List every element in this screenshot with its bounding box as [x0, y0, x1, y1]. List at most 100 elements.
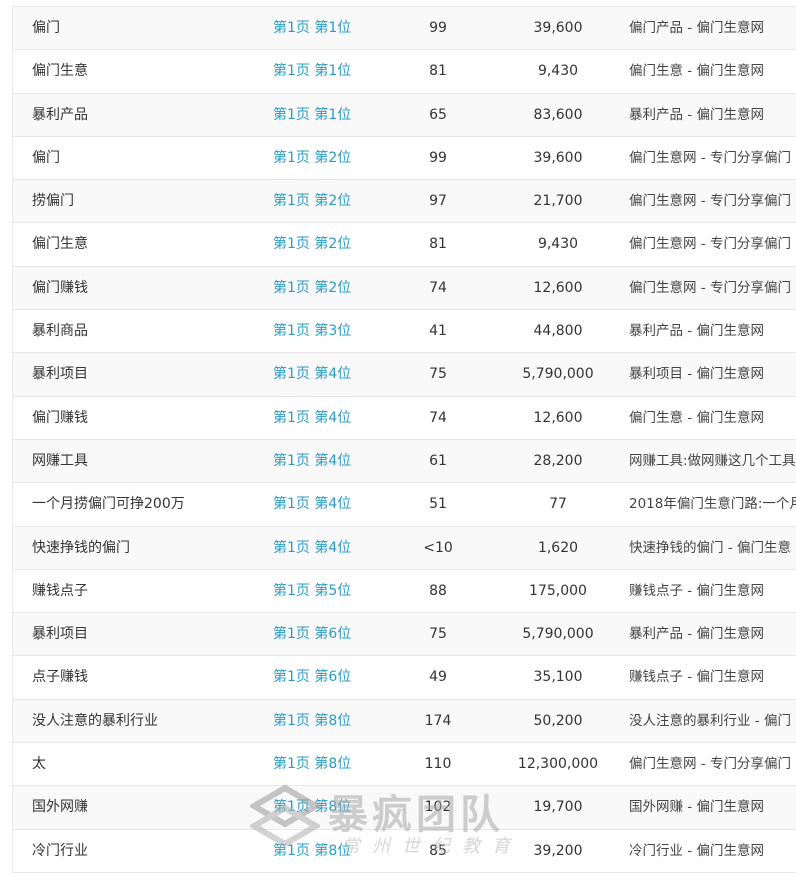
search-volume-cell: 9,430 — [537, 236, 579, 253]
page-title-cell: 暴利产品 - 偏门生意网 — [629, 106, 764, 123]
page-title-cell: 2018年偏门生意门路:一个月 — [629, 496, 796, 513]
keyword-cell: 国外网赚 — [32, 799, 88, 816]
keyword-cell: 暴利产品 — [32, 106, 88, 123]
page-title-cell: 偏门生意 - 偏门生意网 — [629, 409, 764, 426]
rank-link[interactable]: 第1页 第5位 — [273, 570, 351, 613]
page-title-cell: 赚钱点子 - 偏门生意网 — [629, 669, 764, 686]
search-volume-cell: 35,100 — [533, 669, 583, 686]
rank-link[interactable]: 第1页 第3位 — [273, 310, 351, 353]
table-row: 暴利项目 第1页 第4位 75 5,790,000 暴利项目 - 偏门生意网 — [13, 353, 796, 397]
table-row: 偏门生意 第1页 第1位 81 9,430 偏门生意 - 偏门生意网 — [13, 50, 796, 94]
search-volume-cell: 12,300,000 — [517, 756, 599, 773]
rank-link[interactable]: 第1页 第2位 — [273, 180, 351, 223]
search-volume-cell: 28,200 — [533, 452, 583, 469]
rank-link[interactable]: 第1页 第4位 — [273, 440, 351, 483]
search-volume-cell: 175,000 — [529, 582, 587, 599]
search-index-cell: 74 — [429, 279, 447, 296]
table-row: 偏门 第1页 第2位 99 39,600 偏门生意网 - 专门分享偏门 — [13, 137, 796, 181]
search-volume-cell: 83,600 — [533, 106, 583, 123]
keyword-cell: 偏门生意 — [32, 236, 88, 253]
table-row: 冷门行业 第1页 第8位 85 39,200 冷门行业 - 偏门生意网 — [13, 830, 796, 873]
table-row: 暴利商品 第1页 第3位 41 44,800 暴利产品 - 偏门生意网 — [13, 310, 796, 354]
page-title-cell: 没人注意的暴利行业 - 偏门 — [629, 712, 791, 729]
table-row: 点子赚钱 第1页 第6位 49 35,100 赚钱点子 - 偏门生意网 — [13, 656, 796, 700]
rank-link[interactable]: 第1页 第1位 — [273, 50, 351, 93]
table-row: 快速挣钱的偏门 第1页 第4位 <10 1,620 快速挣钱的偏门 - 偏门生意 — [13, 526, 796, 570]
page-title-cell: 国外网赚 - 偏门生意网 — [629, 799, 764, 816]
keyword-cell: 捞偏门 — [32, 193, 74, 210]
search-volume-cell: 1,620 — [537, 539, 579, 556]
search-volume-cell: 39,200 — [533, 842, 583, 859]
rank-link[interactable]: 第1页 第8位 — [273, 786, 351, 829]
table-row: 偏门赚钱 第1页 第4位 74 12,600 偏门生意 - 偏门生意网 — [13, 397, 796, 440]
rank-link[interactable]: 第1页 第4位 — [273, 397, 351, 440]
page-title-cell: 网赚工具:做网赚这几个工具 — [629, 452, 796, 469]
keyword-ranking-table: 偏门 第1页 第1位 99 39,600 偏门产品 - 偏门生意网 偏门生意 第1页 第1位… — [12, 6, 796, 873]
search-index-cell: 65 — [429, 106, 447, 123]
page-title-cell: 偏门生意 - 偏门生意网 — [629, 63, 764, 80]
search-volume-cell: 77 — [549, 496, 567, 513]
search-index-cell: 81 — [429, 63, 447, 80]
table-row: 偏门赚钱 第1页 第2位 74 12,600 偏门生意网 - 专门分享偏门 — [13, 266, 796, 311]
search-index-cell: 51 — [429, 496, 447, 513]
rank-link[interactable]: 第1页 第8位 — [273, 743, 351, 786]
rank-link[interactable]: 第1页 第4位 — [273, 527, 351, 570]
search-index-cell: 41 — [429, 323, 447, 340]
search-volume-cell: 9,430 — [537, 63, 579, 80]
search-index-cell: 85 — [429, 842, 447, 859]
search-index-cell: 61 — [429, 452, 447, 469]
search-index-cell: 99 — [429, 149, 447, 166]
rank-link[interactable]: 第1页 第2位 — [273, 223, 351, 266]
keyword-cell: 点子赚钱 — [32, 669, 88, 686]
page-title-cell: 暴利产品 - 偏门生意网 — [629, 626, 764, 643]
search-index-cell: 88 — [429, 582, 447, 599]
keyword-cell: 偏门 — [32, 20, 60, 36]
search-index-cell: 97 — [429, 193, 447, 210]
rank-link[interactable]: 第1页 第4位 — [273, 483, 351, 526]
page-title-cell: 暴利产品 - 偏门生意网 — [629, 323, 764, 340]
search-volume-cell: 12,600 — [533, 279, 583, 296]
table-row: 一个月捞偏门可挣200万 第1页 第4位 51 77 2018年偏门生意门路:一个月 — [13, 483, 796, 527]
search-volume-cell: 50,200 — [533, 712, 583, 729]
search-index-cell: 81 — [429, 236, 447, 253]
rank-link[interactable]: 第1页 第2位 — [273, 267, 351, 310]
search-volume-cell: 5,790,000 — [522, 626, 594, 643]
keyword-cell: 暴利项目 — [32, 626, 88, 643]
search-volume-cell: 39,600 — [533, 149, 583, 166]
table-row: 捞偏门 第1页 第2位 97 21,700 偏门生意网 - 专门分享偏门 — [13, 180, 796, 224]
keyword-cell: 网赚工具 — [32, 452, 88, 469]
rank-link[interactable]: 第1页 第1位 — [273, 7, 351, 50]
table-row: 网赚工具 第1页 第4位 61 28,200 网赚工具:做网赚这几个工具 — [13, 439, 796, 484]
rank-link[interactable]: 第1页 第8位 — [273, 700, 351, 743]
rank-link[interactable]: 第1页 第2位 — [273, 137, 351, 180]
page-title-cell: 快速挣钱的偏门 - 偏门生意 — [629, 539, 791, 556]
search-index-cell: 102 — [424, 799, 452, 816]
search-volume-cell: 5,790,000 — [522, 366, 594, 383]
rank-link[interactable]: 第1页 第6位 — [273, 613, 351, 656]
page-title-cell: 冷门行业 - 偏门生意网 — [629, 842, 764, 859]
page-title-cell: 暴利项目 - 偏门生意网 — [629, 366, 764, 383]
table-row: 暴利产品 第1页 第1位 65 83,600 暴利产品 - 偏门生意网 — [13, 93, 796, 137]
page-title-cell: 偏门生意网 - 专门分享偏门 — [629, 236, 791, 253]
search-volume-cell: 19,700 — [533, 799, 583, 816]
rank-link[interactable]: 第1页 第8位 — [273, 830, 351, 873]
rank-link[interactable]: 第1页 第6位 — [273, 656, 351, 699]
search-index-cell: <10 — [423, 539, 453, 556]
search-volume-cell: 21,700 — [533, 193, 583, 210]
rank-link[interactable]: 第1页 第1位 — [273, 94, 351, 137]
search-index-cell: 99 — [429, 20, 447, 36]
rank-link[interactable]: 第1页 第4位 — [273, 353, 351, 396]
keyword-cell: 一个月捞偏门可挣200万 — [32, 496, 185, 513]
page-title-cell: 偏门生意网 - 专门分享偏门 — [629, 193, 791, 210]
table-row: 偏门 第1页 第1位 99 39,600 偏门产品 - 偏门生意网 — [13, 7, 796, 51]
keyword-cell: 快速挣钱的偏门 — [32, 539, 130, 556]
keyword-cell: 暴利项目 — [32, 366, 88, 383]
table-row: 太 第1页 第8位 110 12,300,000 偏门生意网 - 专门分享偏门 — [13, 743, 796, 787]
table-row: 偏门生意 第1页 第2位 81 9,430 偏门生意网 - 专门分享偏门 — [13, 223, 796, 267]
search-volume-cell: 44,800 — [533, 323, 583, 340]
keyword-cell: 偏门赚钱 — [32, 409, 88, 426]
search-index-cell: 75 — [429, 626, 447, 643]
table-row: 没人注意的暴利行业 第1页 第8位 174 50,200 没人注意的暴利行业 - 偏门 — [13, 699, 796, 744]
keyword-cell: 偏门 — [32, 149, 60, 166]
table-row: 赚钱点子 第1页 第5位 88 175,000 赚钱点子 - 偏门生意网 — [13, 570, 796, 614]
